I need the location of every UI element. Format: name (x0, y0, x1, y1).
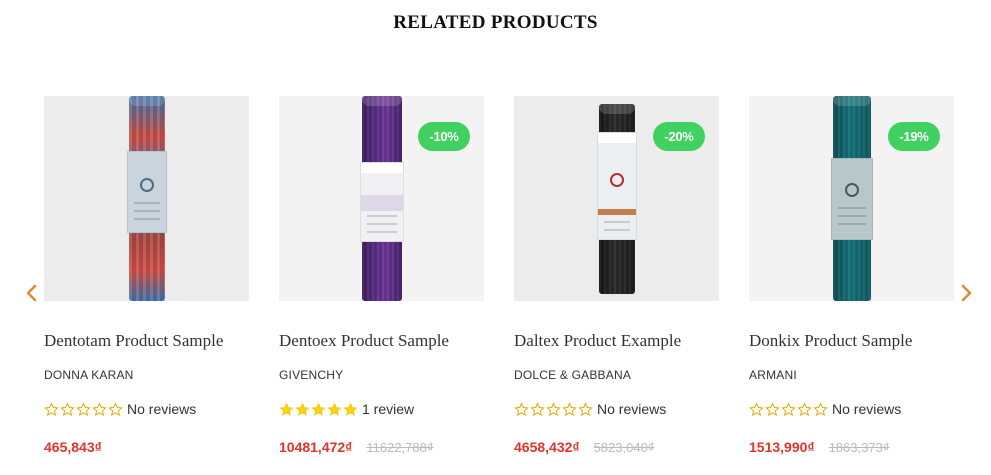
chevron-right-icon (961, 284, 972, 302)
product-name[interactable]: Dentoex Product Sample (279, 331, 509, 351)
star-empty-icon (781, 401, 796, 416)
product-image[interactable]: -10% (279, 96, 484, 301)
star-rating (749, 401, 828, 417)
star-empty-icon (76, 401, 91, 416)
product-brand: ARMANI (749, 368, 797, 382)
star-empty-icon (765, 401, 780, 416)
star-filled-icon (327, 402, 342, 416)
star-empty-icon (108, 401, 123, 416)
product-rating: No reviews (514, 401, 666, 417)
product-card: -10% Dentoex Product Sample GIVENCHY 1 r… (279, 96, 484, 475)
product-card: -20% Daltex Product Example DOLCE & GABB… (514, 96, 719, 475)
product-card: -19% Donkix Product Sample ARMANI No rev… (749, 96, 954, 475)
star-empty-icon (562, 401, 577, 416)
product-image[interactable]: -20% (514, 96, 719, 301)
product-price: 10481,472₫ (279, 439, 353, 455)
product-old-price: 1863,373₫ (828, 440, 890, 455)
carousel-next-button[interactable] (958, 284, 976, 302)
chevron-left-icon (26, 284, 37, 302)
product-name[interactable]: Dentotam Product Sample (44, 331, 274, 351)
discount-badge: -10% (418, 122, 470, 151)
product-old-price: 5823,040₫ (593, 440, 655, 455)
star-empty-icon (813, 401, 828, 416)
product-prices: 1513,990₫ 1863,373₫ (749, 439, 889, 455)
star-rating (279, 402, 358, 417)
star-empty-icon (514, 401, 529, 416)
star-empty-icon (578, 401, 593, 416)
product-brand: GIVENCHY (279, 368, 344, 382)
product-brand: DOLCE & GABBANA (514, 368, 632, 382)
product-rating: No reviews (44, 401, 196, 417)
product-prices: 4658,432₫ 5823,040₫ (514, 439, 654, 455)
product-name[interactable]: Donkix Product Sample (749, 331, 979, 351)
product-price: 465,843₫ (44, 439, 102, 455)
product-rating: 1 review (279, 401, 414, 417)
review-count: No reviews (127, 401, 197, 417)
star-empty-icon (60, 401, 75, 416)
product-price: 1513,990₫ (749, 439, 815, 455)
product-name[interactable]: Daltex Product Example (514, 331, 744, 351)
carousel-prev-button[interactable] (22, 284, 40, 302)
product-card: Dentotam Product Sample DONNA KARAN No r… (44, 96, 249, 475)
product-price: 4658,432₫ (514, 439, 580, 455)
product-image[interactable] (44, 96, 249, 301)
product-carousel: Dentotam Product Sample DONNA KARAN No r… (44, 96, 954, 475)
star-filled-icon (295, 402, 310, 416)
review-count: 1 review (362, 401, 415, 417)
star-empty-icon (44, 401, 59, 416)
star-filled-icon (343, 402, 358, 416)
star-filled-icon (279, 402, 294, 416)
review-count: No reviews (597, 401, 667, 417)
section-title: RELATED PRODUCTS (393, 12, 598, 33)
discount-badge: -19% (888, 122, 940, 151)
product-brand: DONNA KARAN (44, 368, 134, 382)
discount-badge: -20% (653, 122, 705, 151)
product-old-price: 11622,788₫ (366, 440, 434, 455)
star-filled-icon (311, 402, 326, 416)
star-rating (44, 401, 123, 417)
star-rating (514, 401, 593, 417)
star-empty-icon (749, 401, 764, 416)
product-prices: 465,843₫ (44, 439, 102, 455)
star-empty-icon (92, 401, 107, 416)
star-empty-icon (530, 401, 545, 416)
review-count: No reviews (832, 401, 902, 417)
product-prices: 10481,472₫ 11622,788₫ (279, 439, 434, 455)
product-rating: No reviews (749, 401, 901, 417)
product-image[interactable]: -19% (749, 96, 954, 301)
star-empty-icon (797, 401, 812, 416)
star-empty-icon (546, 401, 561, 416)
